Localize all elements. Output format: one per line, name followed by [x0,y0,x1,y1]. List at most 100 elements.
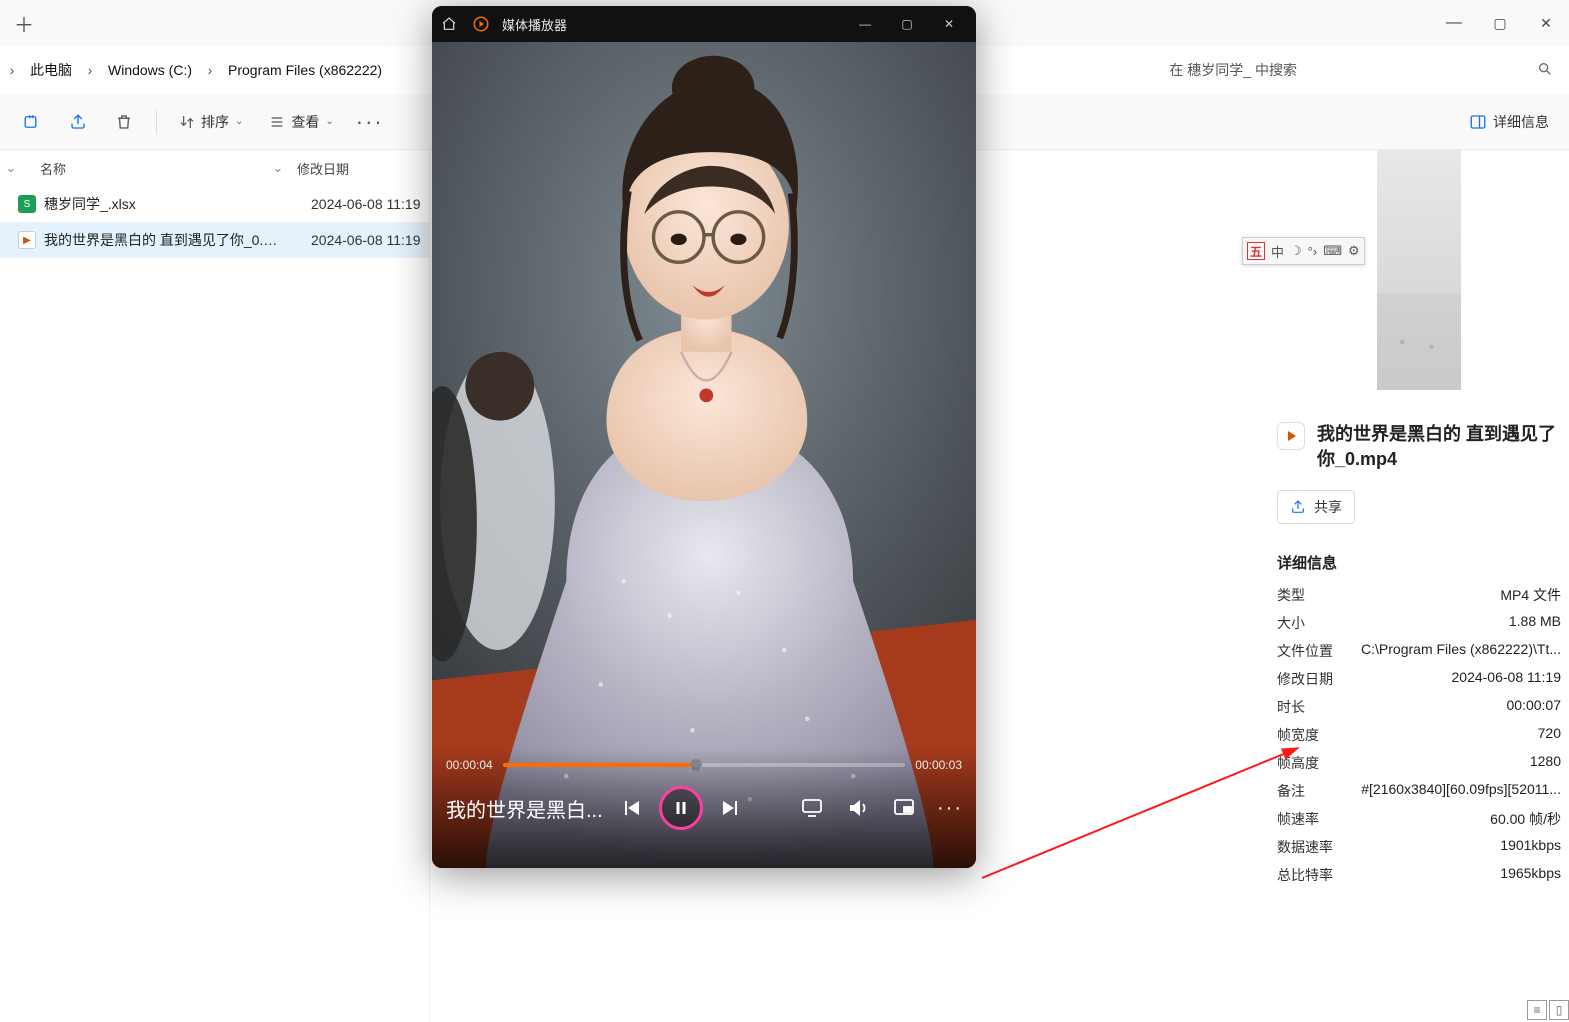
file-type-icon [1277,422,1305,450]
share-button[interactable] [58,104,98,140]
sort-label: 排序 [201,112,229,132]
layout-grid-icon[interactable]: ▯ [1549,1000,1569,1020]
ime-engine-badge[interactable]: 五 [1247,242,1265,260]
breadcrumb-item[interactable]: Program Files (x862222) [222,58,388,82]
now-playing-title: 我的世界是黑白... [446,794,603,823]
more-button[interactable]: ··· [350,104,390,140]
property-row: 备注 #[2160x3840][60.09fps][52011... [1269,777,1569,805]
property-row: 文件位置C:\Program Files (x862222)\Tt... [1269,637,1569,665]
details-pane: 我的世界是黑白的 直到遇见了你_0.mp4 共享 详细信息 类型MP4 文件大小… [1269,150,1569,1022]
video-icon: ▶ [18,231,36,249]
player-window-controls: — ▢ ✕ [844,6,970,42]
property-row: 时长00:00:07 [1269,693,1569,721]
chevron-down-icon: ⌄ [235,116,243,127]
property-key: 大小 [1277,613,1305,633]
maximize-button[interactable]: ▢ [1477,0,1523,46]
seek-bar[interactable] [503,763,906,767]
ime-toolbar[interactable]: 五 中 ☽ °› ⌨ ⚙ [1242,237,1365,265]
property-value: MP4 文件 [1500,585,1561,605]
details-thumbnail-area [1269,150,1569,398]
property-key: 备注 [1277,781,1305,801]
rename-button[interactable] [12,104,52,140]
home-icon[interactable] [438,13,460,35]
player-minimize-button[interactable]: — [844,6,886,42]
layout-list-icon[interactable]: ≡ [1527,1000,1547,1020]
property-key: 总比特率 [1277,865,1333,885]
current-time: 00:00:04 [446,758,493,772]
mini-player-icon[interactable] [892,796,916,820]
video-viewport[interactable]: 00:00:04 00:00:03 我的世界是黑白... [432,42,976,868]
play-pause-button[interactable] [659,786,703,830]
minimize-button[interactable]: — [1431,0,1477,46]
player-controls: 00:00:04 00:00:03 我的世界是黑白... [432,748,976,868]
share-label: 共享 [1314,497,1342,517]
close-button[interactable]: ✕ [1523,0,1569,46]
ime-punct-label[interactable]: °› [1308,244,1318,259]
share-button[interactable]: 共享 [1277,490,1355,524]
chevron-down-icon[interactable]: ⌄ [0,160,22,176]
breadcrumb-item[interactable]: Windows (C:) [102,58,198,82]
moon-icon[interactable]: ☽ [1290,243,1302,259]
more-icon[interactable]: ··· [938,796,962,820]
property-key: 数据速率 [1277,837,1333,857]
property-value: C:\Program Files (x862222)\Tt... [1361,641,1561,661]
property-row: 大小 1.88 MB [1269,609,1569,637]
property-value: 720 [1538,725,1561,745]
chevron-right-icon[interactable]: › [78,62,102,78]
property-row: 帧速率60.00 帧/秒 [1269,805,1569,833]
new-tab-button[interactable]: ＋ [8,9,40,37]
details-toggle-label: 详细信息 [1493,112,1549,132]
property-key: 修改日期 [1277,669,1333,689]
search-input[interactable]: 在 穗岁同学_ 中搜索 [1157,53,1565,87]
search-placeholder: 在 穗岁同学_ 中搜索 [1169,60,1297,80]
view-dropdown[interactable]: 查看 ⌄ [259,104,343,140]
player-close-button[interactable]: ✕ [928,6,970,42]
sort-dropdown[interactable]: 排序 ⌄ [169,104,253,140]
player-app-icon [470,13,492,35]
seek-row: 00:00:04 00:00:03 [446,758,962,772]
file-name: 我的世界是黑白的 直到遇见了你_0.mp4 [44,230,289,250]
file-list: ⌄ 名称 ⌄ 修改日期 S穗岁同学_.xlsx2024-06-08 11:19▶… [0,150,430,1022]
file-modified: 2024-06-08 11:19 [289,196,429,212]
chevron-right-icon[interactable]: › [198,62,222,78]
keyboard-icon[interactable]: ⌨ [1323,243,1342,259]
player-maximize-button[interactable]: ▢ [886,6,928,42]
layout-switch[interactable]: ≡ ▯ [1527,1000,1569,1020]
property-key: 帧速率 [1277,809,1319,829]
property-value: #[2160x3840][60.09fps][52011... [1361,781,1561,801]
volume-icon[interactable] [846,796,870,820]
details-pane-toggle[interactable]: 详细信息 [1461,112,1557,132]
settings-icon[interactable]: ⚙ [1348,243,1360,259]
previous-track-button[interactable] [619,796,643,820]
delete-button[interactable] [104,104,144,140]
property-value: 2024-06-08 11:19 [1452,669,1562,689]
breadcrumb-item[interactable]: 此电脑 [24,56,78,84]
file-row[interactable]: S穗岁同学_.xlsx2024-06-08 11:19 [0,186,429,222]
remaining-time: 00:00:03 [915,758,962,772]
view-label: 查看 [291,112,319,132]
property-value: 00:00:07 [1507,697,1562,717]
property-value: 1.88 MB [1509,613,1561,633]
next-track-button[interactable] [719,796,743,820]
explorer-window-controls: — ▢ ✕ [1431,0,1569,46]
file-row[interactable]: ▶ 我的世界是黑白的 直到遇见了你_0.mp42024-06-08 11:19 [0,222,429,258]
player-titlebar[interactable]: 媒体播放器 — ▢ ✕ [432,6,976,42]
cast-icon[interactable] [800,796,824,820]
chevron-down-icon[interactable]: ⌄ [267,160,289,176]
property-value: 1901kbps [1500,837,1561,857]
file-modified: 2024-06-08 11:19 [289,232,429,248]
video-thumbnail[interactable] [1377,150,1461,390]
property-key: 类型 [1277,585,1305,605]
property-key: 帧高度 [1277,753,1319,773]
ime-mode-label[interactable]: 中 [1271,242,1284,261]
spreadsheet-icon: S [18,195,36,213]
column-name[interactable]: 名称 [22,159,267,178]
property-value: 1280 [1530,753,1561,773]
property-row: 数据速率 1901kbps [1269,833,1569,861]
details-filename: 我的世界是黑白的 直到遇见了你_0.mp4 [1317,422,1557,472]
chevron-down-icon: ⌄ [325,116,333,127]
column-modified[interactable]: 修改日期 [289,159,429,178]
property-value: 1965kbps [1500,865,1561,885]
chevron-right-icon[interactable]: › [0,62,24,78]
player-app-title: 媒体播放器 [502,15,567,34]
